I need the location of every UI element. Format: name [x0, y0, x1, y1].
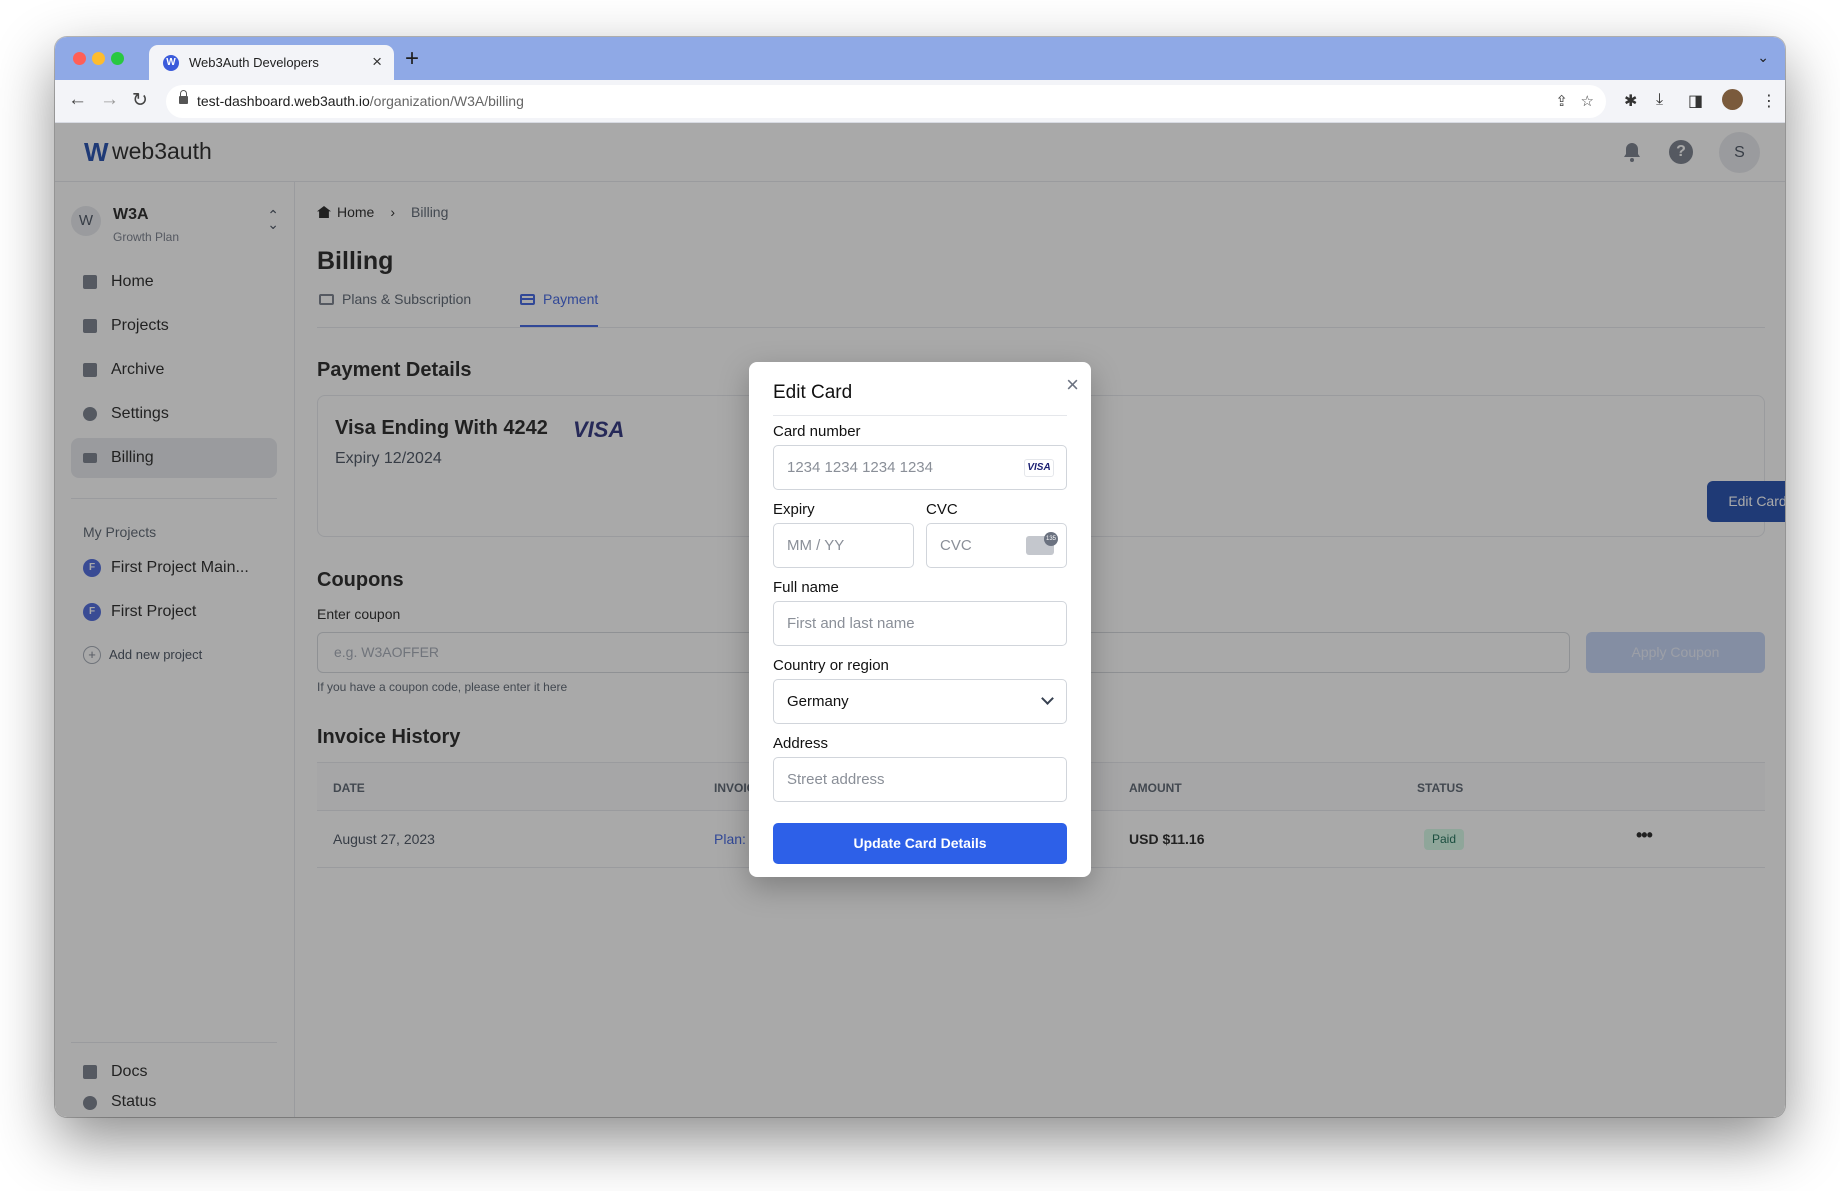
- web3auth-favicon-icon: W: [163, 55, 179, 71]
- browser-tab[interactable]: W Web3Auth Developers ×: [149, 45, 394, 80]
- close-window-button[interactable]: [73, 52, 86, 65]
- forward-arrow-icon[interactable]: →: [100, 89, 119, 111]
- close-tab-icon[interactable]: ×: [372, 52, 382, 72]
- expiry-input[interactable]: MM / YY: [773, 523, 914, 568]
- country-value: Germany: [787, 693, 849, 710]
- cvc-label: CVC: [926, 501, 958, 518]
- reload-icon[interactable]: ↻: [132, 89, 148, 112]
- update-card-details-button[interactable]: Update Card Details: [773, 823, 1067, 864]
- share-icon[interactable]: ⇪: [1555, 92, 1568, 110]
- address-bar[interactable]: test-dashboard.web3auth.io/organization/…: [166, 85, 1606, 118]
- address-input[interactable]: Street address: [773, 757, 1067, 802]
- browser-window: W Web3Auth Developers × + ⌄ ← → ↻ test-d…: [55, 37, 1785, 1117]
- cvc-card-icon: [1026, 532, 1058, 555]
- cvc-placeholder: CVC: [940, 537, 972, 554]
- profile-avatar-icon[interactable]: [1722, 89, 1743, 110]
- extensions-puzzle-icon[interactable]: ✱: [1624, 91, 1637, 111]
- card-number-placeholder: 1234 1234 1234 1234: [787, 459, 933, 476]
- new-tab-icon[interactable]: +: [405, 45, 419, 73]
- full-name-input[interactable]: First and last name: [773, 601, 1067, 646]
- bookmark-star-icon[interactable]: ☆: [1581, 92, 1594, 110]
- full-name-label: Full name: [773, 579, 839, 596]
- visa-card-icon: VISA: [1024, 459, 1054, 477]
- edit-card-modal: Edit Card × Card number 1234 1234 1234 1…: [749, 362, 1091, 877]
- card-number-input[interactable]: 1234 1234 1234 1234 VISA: [773, 445, 1067, 490]
- browser-toolbar: ← → ↻ test-dashboard.web3auth.io/organiz…: [55, 80, 1785, 123]
- zoom-window-button[interactable]: [111, 52, 124, 65]
- full-name-placeholder: First and last name: [787, 615, 915, 632]
- back-arrow-icon[interactable]: ←: [68, 89, 87, 111]
- chevron-down-icon: [1041, 692, 1054, 705]
- country-select[interactable]: Germany: [773, 679, 1067, 724]
- download-icon[interactable]: ⤓: [1656, 91, 1663, 109]
- minimize-window-button[interactable]: [92, 52, 105, 65]
- address-placeholder: Street address: [787, 771, 885, 788]
- country-label: Country or region: [773, 657, 889, 674]
- side-panel-icon[interactable]: ◨: [1688, 91, 1703, 111]
- close-icon[interactable]: ×: [1066, 372, 1079, 398]
- browser-menu-icon[interactable]: ⋮: [1761, 91, 1777, 111]
- browser-tab-title: Web3Auth Developers: [189, 55, 319, 70]
- tab-search-chevron-icon[interactable]: ⌄: [1757, 49, 1769, 66]
- expiry-placeholder: MM / YY: [787, 537, 845, 554]
- card-number-label: Card number: [773, 423, 861, 440]
- expiry-label: Expiry: [773, 501, 815, 518]
- address-label: Address: [773, 735, 829, 752]
- url-text: test-dashboard.web3auth.io/organization/…: [197, 93, 524, 109]
- browser-tab-bar: W Web3Auth Developers × + ⌄: [55, 37, 1785, 80]
- modal-title: Edit Card: [773, 382, 853, 403]
- lock-icon: [179, 90, 188, 104]
- cvc-input[interactable]: CVC: [926, 523, 1067, 568]
- modal-divider: [773, 415, 1067, 416]
